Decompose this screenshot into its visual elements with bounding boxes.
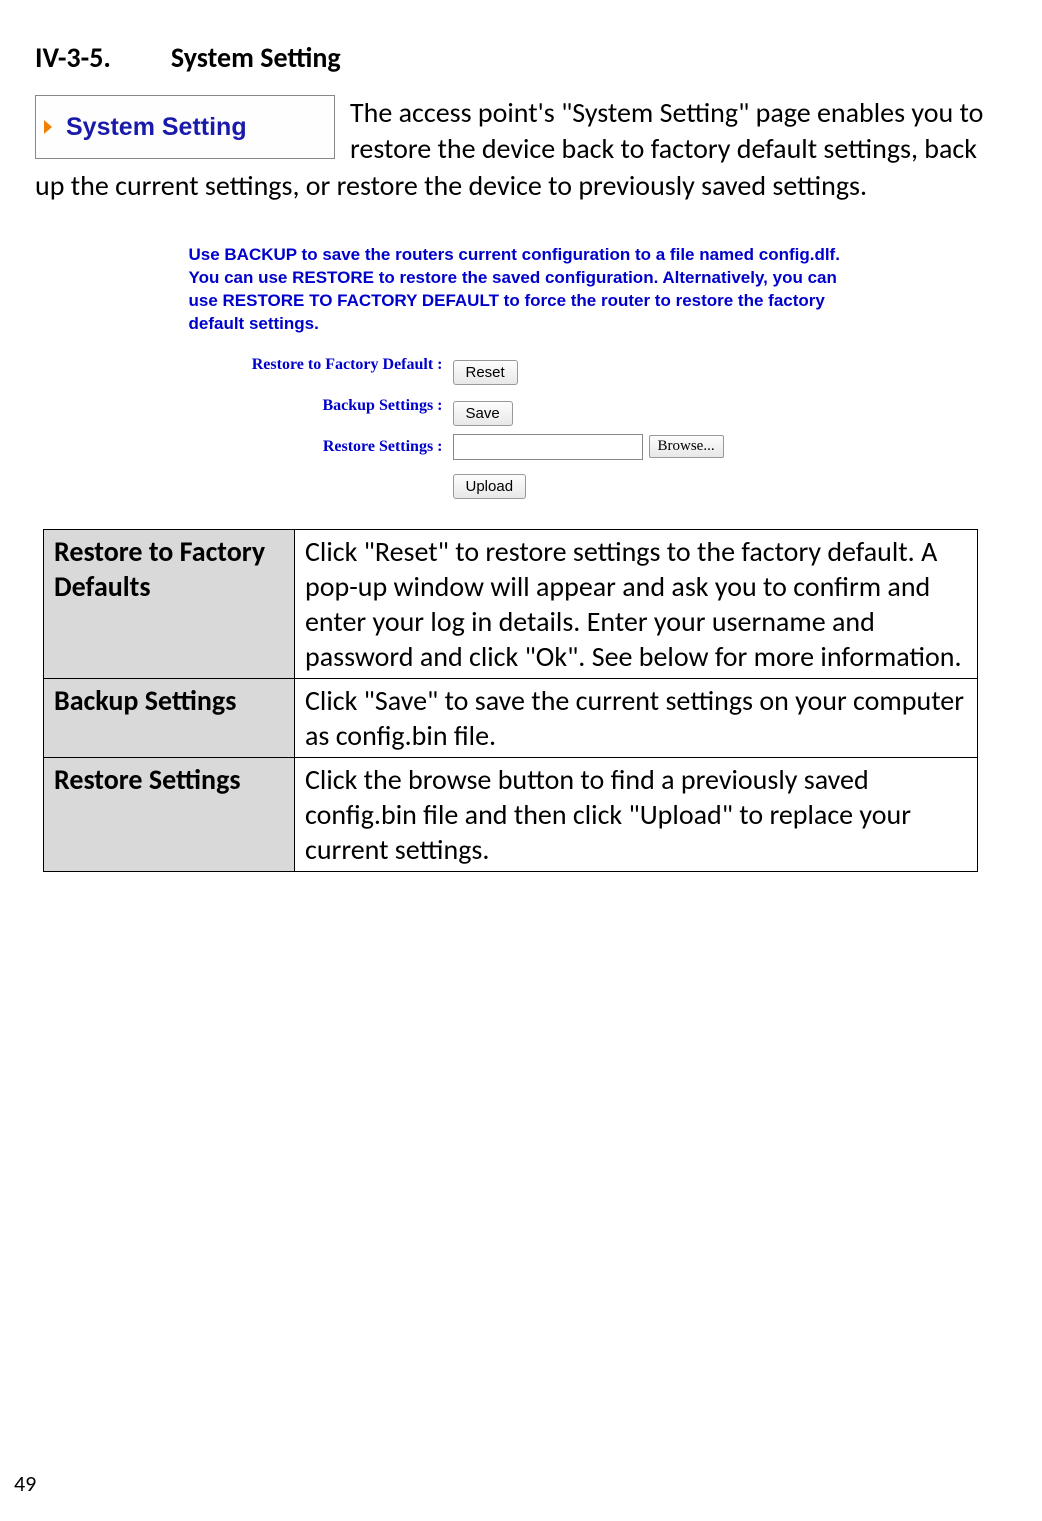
restore-factory-defaults-desc: Click "Reset" to restore settings to the… (295, 529, 978, 678)
table-row: Restore to Factory Defaults Click "Reset… (44, 529, 978, 678)
restore-factory-defaults-key: Restore to Factory Defaults (44, 529, 295, 678)
backup-settings-row: Backup Settings : Save (189, 393, 854, 426)
section-heading: IV-3-5. System Setting (35, 40, 1007, 75)
page-number: 49 (14, 1470, 36, 1497)
system-setting-box: System Setting (35, 95, 335, 159)
restore-settings-key: Restore Settings (44, 757, 295, 871)
restore-file-input[interactable] (453, 434, 643, 460)
section-number: IV-3-5. (35, 40, 111, 75)
table-row: Backup Settings Click "Save" to save the… (44, 678, 978, 757)
browse-button[interactable]: Browse... (649, 435, 724, 458)
system-setting-ui-panel: Use BACKUP to save the routers current c… (189, 244, 854, 499)
chevron-right-icon (44, 120, 52, 134)
restore-settings-label: Restore Settings : (189, 434, 453, 456)
upload-button[interactable]: Upload (453, 474, 527, 499)
intro-block: System Setting The access point's "Syste… (35, 95, 1007, 204)
description-table: Restore to Factory Defaults Click "Reset… (43, 529, 978, 872)
section-title: System Setting (171, 40, 341, 75)
backup-settings-label: Backup Settings : (189, 393, 453, 415)
restore-factory-label: Restore to Factory Default : (189, 352, 453, 374)
help-text: Use BACKUP to save the routers current c… (189, 244, 854, 336)
restore-settings-row: Restore Settings : Browse... Upload (189, 434, 854, 499)
restore-factory-row: Restore to Factory Default : Reset (189, 352, 854, 385)
save-button[interactable]: Save (453, 401, 513, 426)
backup-settings-desc: Click "Save" to save the current setting… (295, 678, 978, 757)
system-setting-box-label: System Setting (66, 111, 247, 144)
restore-settings-desc: Click the browse button to find a previo… (295, 757, 978, 871)
table-row: Restore Settings Click the browse button… (44, 757, 978, 871)
reset-button[interactable]: Reset (453, 360, 518, 385)
backup-settings-key: Backup Settings (44, 678, 295, 757)
